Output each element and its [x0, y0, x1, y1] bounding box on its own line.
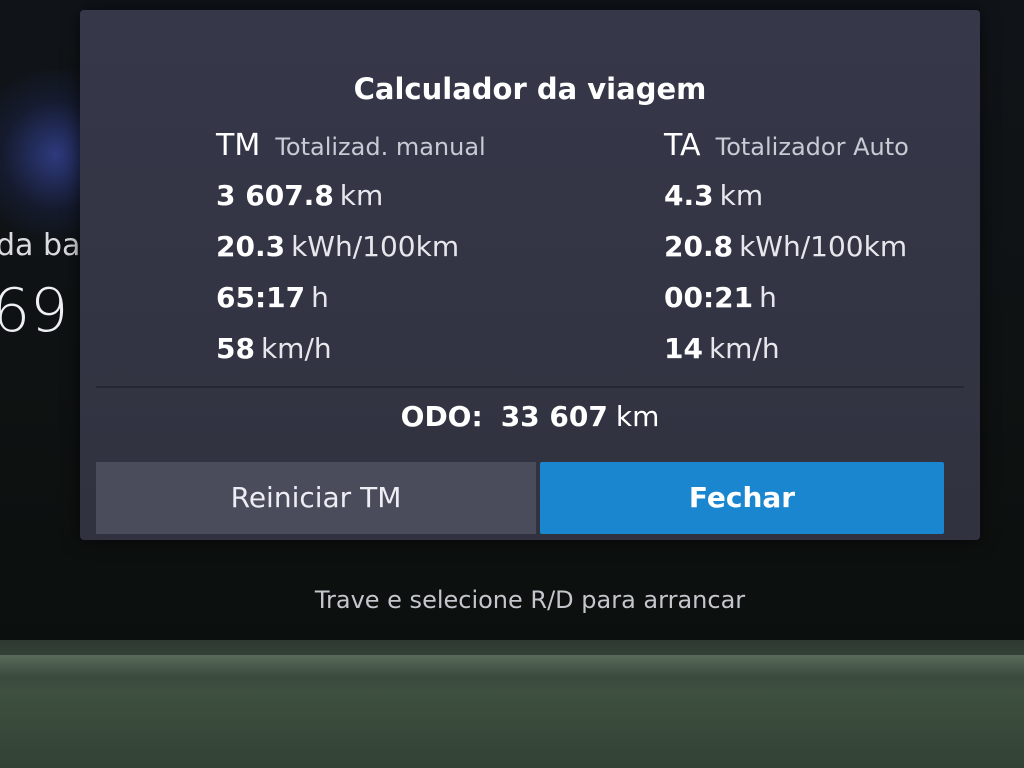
tm-time-unit: h — [311, 281, 329, 314]
tm-distance-unit: km — [339, 179, 384, 212]
odometer-value: 33 607 — [500, 400, 608, 433]
odometer-unit: km — [615, 400, 660, 433]
ta-speed: 14 km/h — [664, 323, 909, 374]
background-partial-number: 69 — [0, 276, 69, 346]
ta-distance-value: 4.3 — [664, 179, 714, 212]
tm-column: TM Totalizad. manual 3 607.8 km 20.3 kWh/1… — [216, 128, 486, 374]
ta-time: 00:21 h — [664, 272, 909, 323]
dialog-button-bar: Reiniciar TM Fechar — [96, 462, 964, 534]
dashboard-edge — [0, 655, 1024, 677]
display-screen: da ba 69 Calculador da viagem TM Totaliz… — [0, 0, 1024, 660]
tm-speed-value: 58 — [216, 332, 255, 365]
ta-column: TA Totalizador Auto 4.3 km 20.8 kWh/100km … — [664, 128, 909, 374]
odometer: ODO: 33 607 km — [80, 400, 980, 433]
tm-label: Totalizad. manual — [275, 133, 486, 161]
status-hint: Trave e selecione R/D para arrancar — [314, 586, 746, 614]
tm-consumption: 20.3 kWh/100km — [216, 221, 486, 272]
ta-time-value: 00:21 — [664, 281, 754, 314]
ta-speed-unit: km/h — [708, 332, 780, 365]
divider — [96, 386, 964, 388]
ta-consumption: 20.8 kWh/100km — [664, 221, 909, 272]
tm-abbr: TM — [216, 128, 261, 163]
background-partial-label: da ba — [0, 228, 81, 263]
ta-header: TA Totalizador Auto — [664, 128, 909, 170]
ta-distance-unit: km — [719, 179, 764, 212]
tm-speed: 58 km/h — [216, 323, 486, 374]
odometer-label: ODO: — [400, 400, 483, 433]
close-button[interactable]: Fechar — [540, 462, 944, 534]
trip-computer-dialog: Calculador da viagem TM Totalizad. manua… — [80, 10, 980, 540]
tm-consumption-unit: kWh/100km — [291, 230, 460, 263]
ta-consumption-unit: kWh/100km — [739, 230, 908, 263]
ta-consumption-value: 20.8 — [664, 230, 734, 263]
tm-header: TM Totalizad. manual — [216, 128, 486, 170]
tm-consumption-value: 20.3 — [216, 230, 286, 263]
ta-label: Totalizador Auto — [715, 133, 909, 161]
ta-time-unit: h — [759, 281, 777, 314]
tm-distance-value: 3 607.8 — [216, 179, 334, 212]
tm-time: 65:17 h — [216, 272, 486, 323]
dialog-title: Calculador da viagem — [353, 72, 707, 106]
reset-tm-button[interactable]: Reiniciar TM — [96, 462, 536, 534]
tm-time-value: 65:17 — [216, 281, 306, 314]
ta-speed-value: 14 — [664, 332, 703, 365]
tm-distance: 3 607.8 km — [216, 170, 486, 221]
tm-speed-unit: km/h — [260, 332, 332, 365]
ta-distance: 4.3 km — [664, 170, 909, 221]
ta-abbr: TA — [664, 128, 701, 163]
